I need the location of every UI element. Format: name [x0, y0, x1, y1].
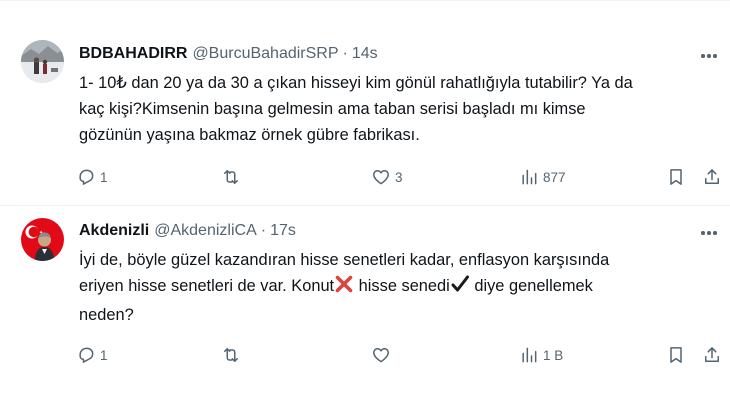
tweet-card[interactable]: Akdenizli @AkdenizliCA · 17s İyi de, böy… [0, 206, 730, 420]
tweet-header: Akdenizli @AkdenizliCA · 17s [79, 222, 296, 240]
retweet-button[interactable] [221, 343, 245, 367]
text-segment: hisse senedi [354, 277, 450, 295]
tweet-header: BDBAHADIRR @BurcuBahadirSRP · 14s [79, 45, 378, 63]
tweet-text-line: gözünün yaşına bakmaz örnek gübre fabrik… [79, 126, 420, 144]
avatar-photo-snow-scene [21, 40, 64, 83]
reply-button[interactable]: 1 [76, 165, 108, 189]
author-name[interactable]: BDBAHADIRR [79, 45, 187, 63]
more-options-icon[interactable] [698, 224, 720, 242]
heart-icon [373, 348, 389, 363]
check-mark-icon [450, 274, 470, 302]
reply-button[interactable]: 1 [76, 343, 108, 367]
bookmark-button[interactable] [666, 165, 686, 189]
tweet-text: 1- 10₺ dan 20 ya da 30 a çıkan hisseyi k… [79, 70, 724, 148]
author-name[interactable]: Akdenizli [79, 222, 149, 240]
share-button[interactable] [702, 343, 722, 367]
reply-icon [79, 347, 94, 363]
reply-count: 1 [100, 347, 108, 363]
like-button[interactable] [371, 343, 395, 367]
views-button[interactable]: 877 [519, 165, 566, 189]
bookmark-icon [670, 169, 682, 185]
view-count: 1 B [543, 347, 564, 363]
text-segment: eriyen hisse senetleri de var. Konut [79, 277, 335, 295]
tweet-text-line: kaç kişi?Kimsenin başına gelmesin ama ta… [79, 100, 586, 118]
tweet-text-line: eriyen hisse senetleri de var. Konut his… [79, 273, 724, 302]
timestamp[interactable]: 14s [352, 45, 378, 63]
separator-dot: · [342, 45, 348, 62]
view-count: 877 [543, 169, 566, 185]
tweet-actions: 1 3 877 [76, 165, 726, 189]
separator-dot: · [260, 222, 267, 239]
retweet-icon [224, 348, 238, 362]
reply-icon [79, 169, 94, 185]
like-count: 3 [395, 169, 403, 185]
reply-count: 1 [100, 169, 108, 185]
more-options-icon[interactable] [698, 47, 720, 65]
tweet-text: İyi de, böyle güzel kazandıran hisse sen… [79, 247, 724, 328]
timestamp[interactable]: 17s [270, 222, 296, 240]
retweet-button[interactable] [221, 165, 245, 189]
author-handle[interactable]: @AkdenizliCA [154, 222, 257, 240]
heart-icon [373, 170, 389, 185]
bookmark-icon [670, 347, 682, 363]
analytics-icon [522, 169, 537, 185]
author-handle[interactable]: @BurcuBahadirSRP [192, 45, 338, 63]
analytics-icon [522, 347, 537, 363]
tweet-text-line: neden? [79, 306, 134, 324]
retweet-icon [224, 170, 238, 184]
text-segment: diye genellemek [469, 277, 593, 295]
tweet-actions: 1 1 B [76, 343, 726, 367]
tweet-text-line: 1- 10₺ dan 20 ya da 30 a çıkan hisseyi k… [79, 74, 633, 92]
tweet-card[interactable]: BDBAHADIRR @BurcuBahadirSRP · 14s 1- 10₺… [0, 0, 730, 206]
share-icon [705, 169, 719, 184]
tweet-text-line: İyi de, böyle güzel kazandıran hisse sen… [79, 251, 610, 269]
cross-mark-icon [334, 274, 354, 302]
bookmark-button[interactable] [666, 343, 686, 367]
views-button[interactable]: 1 B [519, 343, 563, 367]
share-button[interactable] [702, 165, 722, 189]
like-button[interactable]: 3 [371, 165, 403, 189]
share-icon [705, 347, 719, 362]
avatar[interactable] [21, 218, 64, 261]
avatar-photo-portrait-flag [21, 218, 64, 261]
avatar[interactable] [21, 40, 64, 83]
